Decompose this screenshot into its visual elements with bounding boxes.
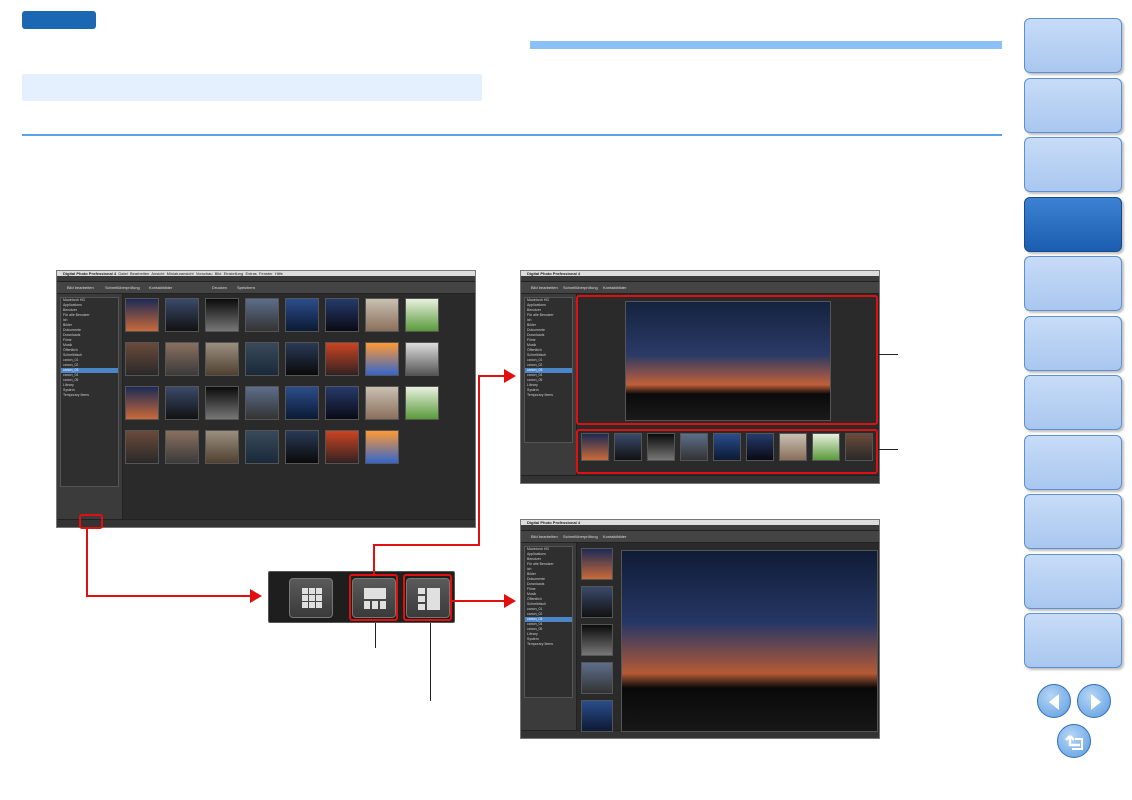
- tab-edit-b[interactable]: Bild bearbeiten: [531, 285, 558, 290]
- thumbnail-image[interactable]: [405, 298, 439, 332]
- next-page-button[interactable]: [1077, 684, 1111, 718]
- thumbnail-image[interactable]: [245, 342, 279, 376]
- column-thumbnail[interactable]: [581, 548, 613, 580]
- thumbnail-image[interactable]: [365, 342, 399, 376]
- thumbnail-image[interactable]: [365, 430, 399, 464]
- chapter-tab-6[interactable]: [1024, 316, 1122, 371]
- preview-area-highlight: [576, 295, 878, 425]
- folder-sidebar: Macintosh HD Applications Benutzer Für alle…: [57, 294, 123, 519]
- column-thumbnail[interactable]: [581, 586, 613, 618]
- folder-tree: Macintosh HD Applications Benutzer Für alle…: [60, 297, 119, 487]
- callout-line-preview: [878, 354, 898, 355]
- print-action[interactable]: Drucken: [212, 285, 227, 290]
- tab-contact-b[interactable]: Kontaktbilder: [603, 285, 626, 290]
- arrow-to-selector: [250, 589, 262, 603]
- chapter-tab-10[interactable]: [1024, 554, 1122, 609]
- left-arrow-icon: [1049, 694, 1059, 710]
- section-badge: [22, 11, 96, 29]
- thumbnail-image[interactable]: [165, 430, 199, 464]
- grid-view-screenshot: Digital Photo Professional 4 Datei Bearb…: [56, 270, 476, 528]
- thumbnail-image[interactable]: [125, 298, 159, 332]
- tab-quick-check-c[interactable]: Schnellüberprüfung: [563, 534, 598, 539]
- pointer-vertical-button: [430, 623, 431, 701]
- tab-edit[interactable]: Bild bearbeiten: [67, 285, 94, 290]
- thumbnail-image[interactable]: [205, 342, 239, 376]
- right-arrow-icon: [1091, 694, 1101, 710]
- thumbnail-image[interactable]: [245, 298, 279, 332]
- thumbnail-image[interactable]: [325, 342, 359, 376]
- thumbnail-image[interactable]: [325, 298, 359, 332]
- vertical-button-highlight: [403, 574, 452, 621]
- arrow-to-vertical-view: [504, 594, 516, 608]
- horizontal-button-highlight: [349, 574, 398, 621]
- thumbnail-image[interactable]: [285, 342, 319, 376]
- chapter-tab-11[interactable]: [1024, 613, 1122, 668]
- tab-contact-c[interactable]: Kontaktbilder: [603, 534, 626, 539]
- manual-page: Digital Photo Professional 4 Datei Bearb…: [0, 0, 1132, 800]
- thumbnail-image[interactable]: [165, 386, 199, 420]
- chapter-tab-3[interactable]: [1024, 137, 1122, 192]
- tab-edit-c[interactable]: Bild bearbeiten: [531, 534, 558, 539]
- chapter-tab-9[interactable]: [1024, 494, 1122, 549]
- thumbnail-image[interactable]: [405, 386, 439, 420]
- header-bar: [530, 41, 1002, 49]
- column-thumbnail[interactable]: [581, 662, 613, 694]
- folder-item[interactable]: Temporary Items: [61, 393, 118, 398]
- thumbnail-image[interactable]: [325, 386, 359, 420]
- thumbnail-image[interactable]: [125, 386, 159, 420]
- app-toolbar: Bild bearbeiten Schnellüberprüfung Konta…: [57, 282, 475, 294]
- thumbnail-image[interactable]: [365, 298, 399, 332]
- pointer-horizontal-button: [375, 623, 376, 648]
- return-button[interactable]: [1057, 724, 1091, 758]
- chapter-tab-8[interactable]: [1024, 435, 1122, 490]
- tab-quick-check[interactable]: Schnellüberprüfung: [105, 285, 140, 290]
- callout-line-thumbnails: [878, 449, 898, 450]
- thumbnail-image[interactable]: [285, 298, 319, 332]
- chapter-tab-5[interactable]: [1024, 256, 1122, 311]
- grid-layout-button[interactable]: [289, 578, 333, 618]
- thumbnail-image[interactable]: [325, 430, 359, 464]
- thumbnail-image[interactable]: [165, 342, 199, 376]
- tab-quick-check-b[interactable]: Schnellüberprüfung: [563, 285, 598, 290]
- grid-layout-icon: [302, 588, 322, 608]
- column-thumbnail[interactable]: [581, 624, 613, 656]
- chapter-tab-2[interactable]: [1024, 78, 1122, 133]
- thumbnail-image[interactable]: [245, 386, 279, 420]
- thumbnail-image[interactable]: [405, 342, 439, 376]
- layout-buttons-highlight: [79, 514, 103, 529]
- thumbnail-area-highlight: [576, 429, 878, 474]
- return-icon: [1065, 735, 1083, 750]
- thumbnail-image[interactable]: [245, 430, 279, 464]
- tab-contact[interactable]: Kontaktbilder: [149, 285, 172, 290]
- section-rule: [22, 134, 1002, 136]
- column-thumbnail[interactable]: [581, 700, 613, 732]
- prev-page-button[interactable]: [1037, 684, 1071, 718]
- folder-item[interactable]: Temporary Items: [525, 393, 572, 398]
- chapter-tab-7[interactable]: [1024, 375, 1122, 430]
- chapter-tab-4[interactable]: [1024, 197, 1122, 252]
- thumbnail-image[interactable]: [205, 386, 239, 420]
- folder-item[interactable]: Temporary Items: [525, 642, 572, 647]
- thumbnail-image[interactable]: [125, 430, 159, 464]
- thumbnail-image[interactable]: [205, 430, 239, 464]
- preview-image-large: [621, 550, 878, 732]
- thumbnail-image[interactable]: [165, 298, 199, 332]
- heading-box: [22, 74, 482, 101]
- thumbnail-image[interactable]: [365, 386, 399, 420]
- thumbnail-image[interactable]: [125, 342, 159, 376]
- vertical-layout-screenshot: Digital Photo Professional 4 Bild bearbe…: [520, 519, 880, 739]
- thumbnail-image[interactable]: [285, 386, 319, 420]
- thumbnail-image[interactable]: [205, 298, 239, 332]
- arrow-to-horizontal-view: [504, 369, 516, 383]
- save-action[interactable]: Speichern: [237, 285, 255, 290]
- chapter-tab-1[interactable]: [1024, 18, 1122, 73]
- thumbnail-image[interactable]: [285, 430, 319, 464]
